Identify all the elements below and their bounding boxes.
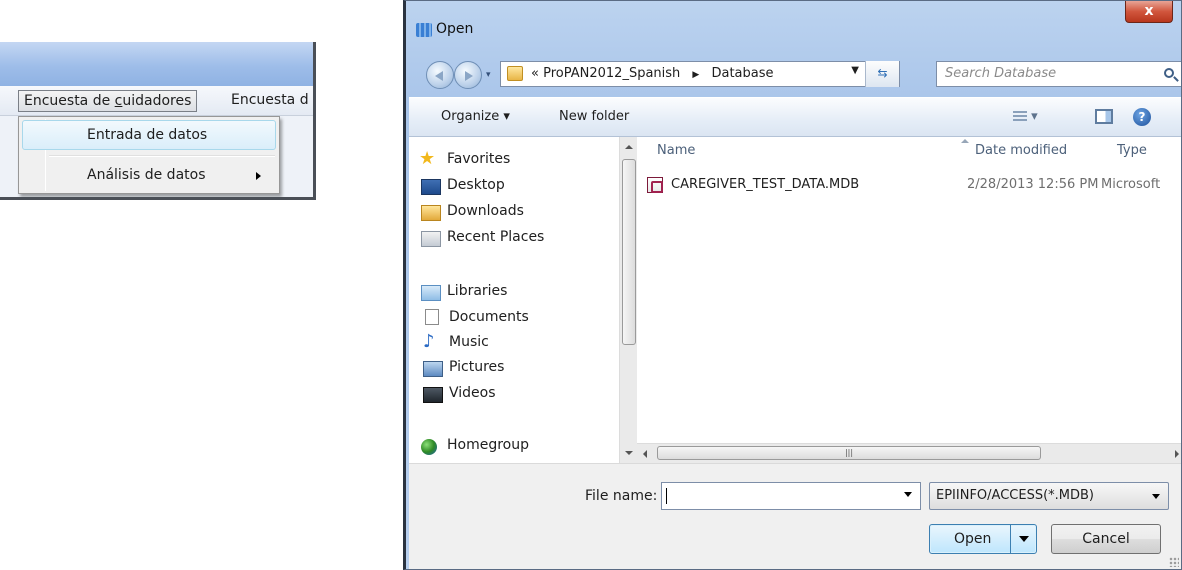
pictures-icon xyxy=(423,361,443,377)
refresh-icon: ⇆ xyxy=(877,66,888,80)
breadcrumb-separator-icon[interactable]: ▶ xyxy=(692,70,699,80)
forward-button[interactable] xyxy=(454,61,482,89)
refresh-button[interactable]: ⇆ xyxy=(865,61,899,87)
table-row[interactable]: CAREGIVER_TEST_DATA.MDB 2/28/2013 12:56 … xyxy=(647,175,1181,197)
recent-places-icon xyxy=(421,231,441,247)
menu-bar: Encuesta de cuidadores Encuesta d xyxy=(0,86,313,116)
menu-encuesta-next[interactable]: Encuesta d xyxy=(226,90,313,112)
navigation-row: ▾ « ProPAN2012_Spanish ▶ Database ▼ ⇆ Se… xyxy=(422,57,1181,91)
file-type-cell: Microsoft xyxy=(1101,177,1161,192)
dropdown-menu: Entrada de datos Análisis de datos xyxy=(18,116,280,194)
file-type-filter-value: EPIINFO/ACCESS(*.MDB) xyxy=(936,488,1094,503)
nav-pictures[interactable]: Pictures xyxy=(449,359,504,375)
search-icon[interactable] xyxy=(1164,68,1174,78)
address-dropdown-icon[interactable]: ▼ xyxy=(851,65,859,76)
open-button[interactable]: Open xyxy=(929,524,1037,554)
cancel-button[interactable]: Cancel xyxy=(1051,524,1161,554)
nav-music[interactable]: Music xyxy=(449,334,489,350)
views-icon xyxy=(1013,110,1027,123)
access-database-icon xyxy=(647,177,663,193)
nav-recent-places[interactable]: Recent Places xyxy=(447,229,544,245)
menu-item-analisis-de-datos[interactable]: Análisis de datos xyxy=(22,160,276,190)
favorites-star-icon: ★ xyxy=(419,148,436,169)
column-header-name[interactable]: Name xyxy=(657,143,695,158)
menu-item-entrada-de-datos[interactable]: Entrada de datos xyxy=(22,120,276,150)
nav-desktop[interactable]: Desktop xyxy=(447,177,505,193)
preview-pane-icon[interactable] xyxy=(1095,109,1113,124)
browser-content: ★ Favorites Desktop Downloads Recent Pla… xyxy=(409,137,1181,463)
nav-favorites[interactable]: Favorites xyxy=(447,151,510,167)
sort-indicator-icon xyxy=(961,139,969,143)
nav-libraries[interactable]: Libraries xyxy=(447,283,507,299)
file-list-horizontal-scrollbar[interactable]: ||| xyxy=(637,443,1181,463)
chevron-down-icon xyxy=(1152,494,1160,499)
open-dialog: Open x ▾ « ProPAN2012_Spanish ▶ Database… xyxy=(403,0,1182,570)
dialog-footer: File name: EPIINFO/ACCESS(*.MDB) Open Ca… xyxy=(409,463,1181,569)
videos-icon xyxy=(423,387,443,403)
breadcrumb-overflow[interactable]: « xyxy=(531,66,539,81)
nav-documents[interactable]: Documents xyxy=(449,309,529,325)
scroll-down-icon[interactable] xyxy=(625,451,633,455)
desktop-icon xyxy=(421,179,441,195)
menu-encuesta-cuidadores[interactable]: Encuesta de cuidadores xyxy=(18,90,198,112)
menu-separator xyxy=(49,155,275,157)
scroll-up-icon[interactable] xyxy=(625,145,633,149)
nav-pane-scrollbar[interactable] xyxy=(619,137,637,463)
scroll-left-icon[interactable] xyxy=(643,450,647,458)
organize-button[interactable]: Organize ▾ xyxy=(441,109,510,124)
folder-icon xyxy=(507,66,523,81)
address-bar[interactable]: « ProPAN2012_Spanish ▶ Database ▼ ⇆ xyxy=(500,61,900,87)
breadcrumb: « ProPAN2012_Spanish ▶ Database xyxy=(531,66,774,81)
scroll-thumb[interactable] xyxy=(622,159,636,345)
open-options-dropdown-icon[interactable] xyxy=(1010,525,1037,553)
search-box[interactable]: Search Database xyxy=(936,61,1181,87)
help-icon[interactable]: ? xyxy=(1133,108,1151,126)
breadcrumb-item-propan[interactable]: ProPAN2012_Spanish xyxy=(543,66,680,81)
cancel-button-label: Cancel xyxy=(1082,531,1130,547)
nav-homegroup[interactable]: Homegroup xyxy=(447,437,529,453)
file-name-label: File name: xyxy=(585,488,658,504)
search-input[interactable]: Search Database xyxy=(945,66,1056,81)
homegroup-icon xyxy=(421,439,437,455)
column-header-type[interactable]: Type xyxy=(1117,143,1147,158)
breadcrumb-item-database[interactable]: Database xyxy=(711,66,773,81)
horizontal-scroll-thumb[interactable]: ||| xyxy=(657,446,1041,460)
recent-locations-dropdown-icon[interactable]: ▾ xyxy=(486,70,491,80)
nav-videos[interactable]: Videos xyxy=(449,385,496,401)
back-button[interactable] xyxy=(426,61,454,89)
dialog-title: Open xyxy=(436,21,474,37)
file-list: Name Date modified Type CAREGIVER_TEST_D… xyxy=(637,137,1181,443)
text-caret xyxy=(666,488,667,504)
submenu-arrow-icon xyxy=(256,172,261,180)
new-folder-button[interactable]: New folder xyxy=(559,109,629,124)
column-header-date-modified[interactable]: Date modified xyxy=(975,143,1067,158)
window-titlebar xyxy=(0,42,313,86)
views-button[interactable]: ▾ xyxy=(1013,109,1038,124)
downloads-icon xyxy=(421,205,441,221)
command-toolbar: Organize ▾ New folder ▾ ? xyxy=(409,97,1181,137)
nav-downloads[interactable]: Downloads xyxy=(447,203,524,219)
menu-screenshot: Encuesta de cuidadores Encuesta d Entrad… xyxy=(0,42,316,200)
documents-icon xyxy=(425,309,439,325)
file-date-cell: 2/28/2013 12:56 PM xyxy=(967,177,1099,192)
app-icon xyxy=(416,23,432,37)
open-button-label: Open xyxy=(954,531,992,547)
file-type-filter-select[interactable]: EPIINFO/ACCESS(*.MDB) xyxy=(929,482,1169,510)
resize-grip-icon[interactable] xyxy=(1169,557,1179,567)
libraries-icon xyxy=(421,285,441,301)
navigation-pane: ★ Favorites Desktop Downloads Recent Pla… xyxy=(409,137,619,463)
file-name-cell: CAREGIVER_TEST_DATA.MDB xyxy=(671,177,860,192)
close-button[interactable]: x xyxy=(1125,1,1173,23)
file-name-input[interactable] xyxy=(661,482,921,510)
chevron-down-icon[interactable] xyxy=(904,492,912,497)
music-icon: ♪ xyxy=(423,331,435,352)
scroll-right-icon[interactable] xyxy=(1175,450,1179,458)
